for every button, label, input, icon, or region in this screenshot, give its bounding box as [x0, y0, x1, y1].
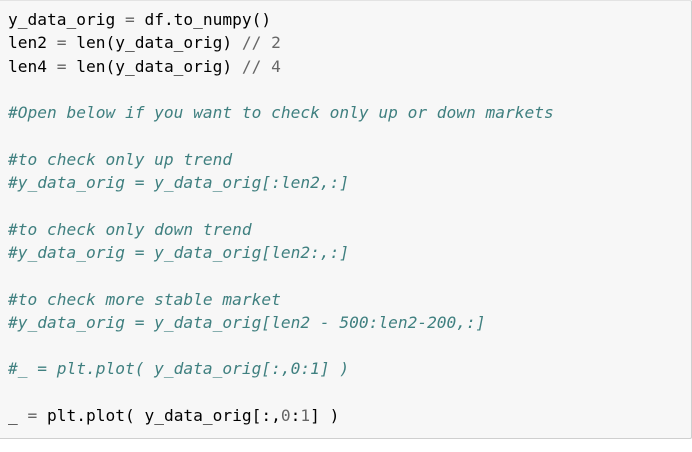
code-token: #y_data_orig = y_data_orig[len2:,:] [8, 242, 350, 262]
code-token: len(y_data_orig) [66, 33, 242, 53]
code-token: _ [8, 406, 28, 426]
code-token: 2 [271, 33, 281, 53]
code-editor[interactable]: y_data_orig = df.to_numpy() len2 = len(y_… [8, 8, 554, 427]
comment-line: #to check only down trend [8, 218, 554, 241]
code-token: #to check more stable market [8, 289, 281, 309]
code-line: y_data_orig = df.to_numpy() [8, 8, 554, 31]
code-token: 1 [300, 406, 311, 426]
code-token: #_ = plt.plot( y_data_orig[:,0:1] ) [8, 359, 350, 379]
comment-line: #y_data_orig = y_data_orig[len2 - 500:le… [8, 311, 554, 334]
code-token: #y_data_orig = y_data_orig[:len2,:] [8, 173, 350, 193]
code-token: = [124, 10, 135, 29]
code-token: ] ) [310, 406, 340, 426]
code-line: len4 = len(y_data_orig) // 4 [8, 55, 554, 78]
code-token: : [290, 406, 301, 426]
code-token: = [27, 406, 38, 426]
code-token: #to check only up trend [8, 149, 233, 169]
code-line: len2 = len(y_data_orig) // 2 [8, 31, 554, 54]
comment-line: #y_data_orig = y_data_orig[len2:,:] [8, 241, 554, 264]
code-token: df.to_numpy() [134, 10, 272, 29]
code-token: #to check only down trend [8, 219, 252, 239]
comment-line: #to check only up trend [8, 148, 554, 171]
comment-line: #Open below if you want to check only up… [8, 101, 554, 124]
code-token: // [241, 33, 262, 53]
code-token: // [241, 56, 262, 76]
code-token: #y_data_orig = y_data_orig[len2 - 500:le… [8, 312, 486, 332]
code-token: len(y_data_orig) [66, 56, 242, 76]
code-token: len2 [8, 33, 57, 53]
code-cell[interactable]: y_data_orig = df.to_numpy() len2 = len(y_… [0, 0, 692, 439]
code-token: len4 [8, 56, 57, 76]
code-token: #Open below if you want to check only up… [8, 103, 554, 123]
code-token: y_data_orig [8, 10, 125, 29]
comment-line: #_ = plt.plot( y_data_orig[:,0:1] ) [8, 357, 554, 380]
code-token: 0 [280, 406, 291, 426]
code-token: plt.plot( y_data_orig[:, [37, 406, 281, 426]
code-token: 4 [271, 56, 281, 76]
code-line: _ = plt.plot( y_data_orig[:,0:1] ) [8, 404, 554, 427]
comment-line: #y_data_orig = y_data_orig[:len2,:] [8, 171, 554, 194]
comment-line: #to check more stable market [8, 288, 554, 311]
